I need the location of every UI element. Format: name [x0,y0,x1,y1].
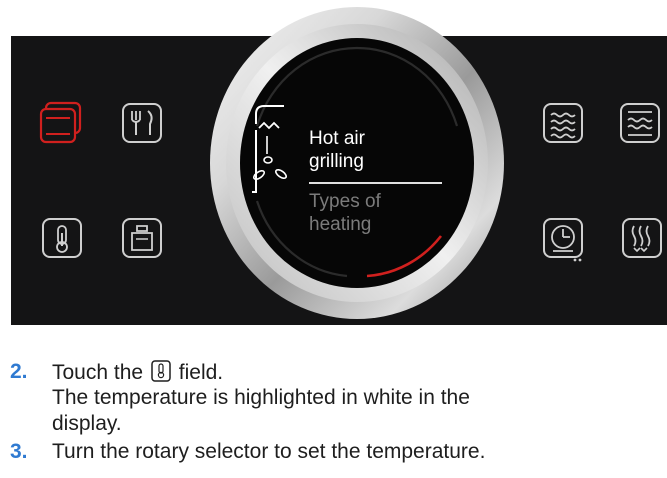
step-result-text: The temperature is highlighted in white … [52,386,470,409]
meat-program-button[interactable] [120,102,164,146]
types-of-heating-icon [39,101,82,144]
timer-icon [543,218,583,262]
heating-mode-label: Hot air grilling [309,128,365,172]
reheat-icon [622,218,662,258]
meat-program-icon [122,103,162,143]
steam-icon [620,103,660,143]
microwave-button[interactable] [541,102,585,146]
steam-button[interactable] [618,102,662,146]
heating-category-label: Types of heating [309,191,381,235]
temperature-icon [151,360,171,382]
step-number: 2. [10,360,28,383]
step-result-text: display. [52,412,122,435]
step-text-line: Touch the field. [52,360,224,384]
types-of-heating-button[interactable] [38,100,88,146]
step-number: 3. [10,440,28,463]
microwave-icon [543,103,583,143]
step-text-line: Turn the rotary selector to set the temp… [52,440,486,463]
temperature-icon [42,218,82,258]
reheat-button[interactable] [620,217,664,261]
temperature-button[interactable] [40,217,84,261]
weight-icon [122,218,162,258]
timer-button[interactable] [541,217,585,263]
weight-button[interactable] [120,217,164,261]
